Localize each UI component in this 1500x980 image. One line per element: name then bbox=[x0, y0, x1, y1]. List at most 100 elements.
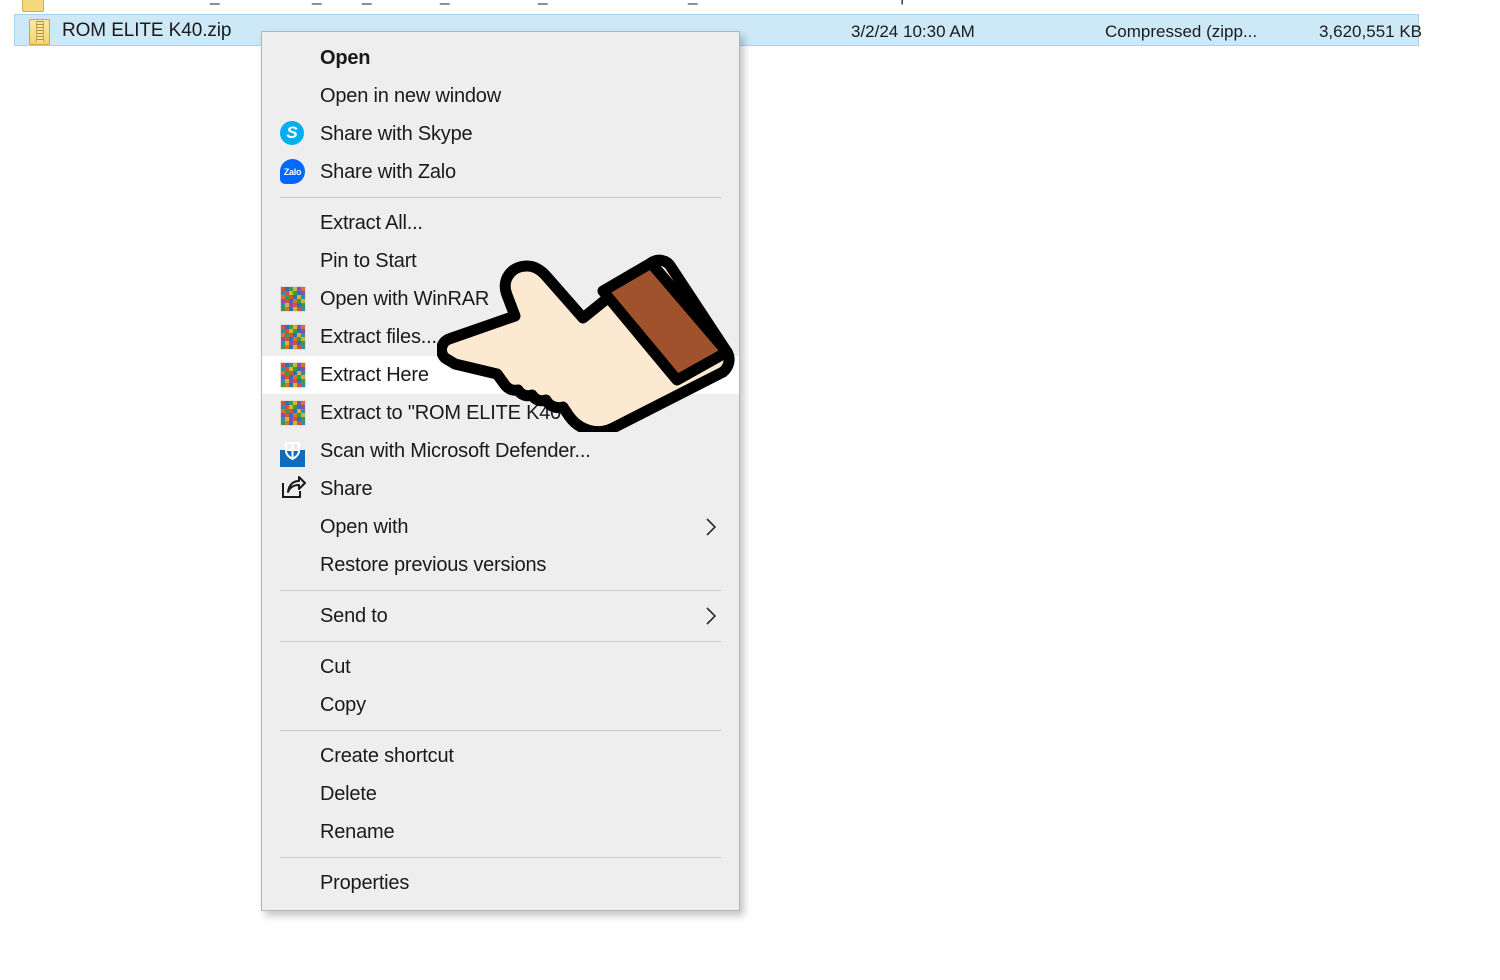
partial-text-fragment: _ bbox=[210, 0, 220, 6]
partial-text-fragment: _ bbox=[538, 0, 548, 6]
menu-item-share-with-skype[interactable]: S Share with Skype bbox=[262, 115, 739, 153]
menu-item-open-with[interactable]: Open with bbox=[262, 508, 739, 546]
menu-item-icon-slot: S bbox=[278, 119, 320, 149]
menu-item-icon-slot bbox=[278, 360, 320, 390]
menu-item-label: Scan with Microsoft Defender... bbox=[320, 439, 591, 462]
menu-item-share[interactable]: Share bbox=[262, 470, 739, 508]
file-size-label: 3,620,551 KB bbox=[1318, 22, 1422, 41]
menu-item-extract-to-rom-elite-k40[interactable]: Extract to "ROM ELITE K40\" bbox=[262, 394, 739, 432]
winrar-books-grid bbox=[280, 400, 306, 426]
defender-shield-icon bbox=[280, 438, 306, 467]
menu-item-icon-slot bbox=[278, 474, 320, 504]
menu-item-label: Create shortcut bbox=[320, 744, 454, 767]
menu-item-share-with-zalo[interactable]: Zalo Share with Zalo bbox=[262, 153, 739, 191]
menu-item-extract-here[interactable]: Extract Here bbox=[262, 356, 739, 394]
menu-item-icon-slot bbox=[278, 601, 320, 631]
menu-item-label: Extract All... bbox=[320, 211, 423, 234]
menu-item-pin-to-start[interactable]: Pin to Start bbox=[262, 242, 739, 280]
menu-separator bbox=[280, 590, 721, 591]
menu-item-icon-slot bbox=[278, 208, 320, 238]
menu-item-send-to[interactable]: Send to bbox=[262, 597, 739, 635]
menu-item-label: Open with WinRAR bbox=[320, 287, 490, 310]
menu-separator bbox=[280, 730, 721, 731]
menu-item-label: Share with Skype bbox=[320, 122, 473, 145]
menu-item-icon-slot bbox=[278, 246, 320, 276]
menu-item-label: Extract to "ROM ELITE K40\" bbox=[320, 401, 574, 424]
menu-item-extract-all[interactable]: Extract All... bbox=[262, 204, 739, 242]
menu-separator bbox=[280, 197, 721, 198]
menu-item-scan-with-microsoft-defender[interactable]: Scan with Microsoft Defender... bbox=[262, 432, 739, 470]
menu-item-properties[interactable]: Properties bbox=[262, 864, 739, 902]
zip-folder-icon bbox=[29, 19, 50, 45]
chevron-right-icon bbox=[706, 607, 717, 625]
menu-item-label: Rename bbox=[320, 820, 395, 843]
winrar-books-grid bbox=[280, 324, 306, 350]
menu-item-open-in-new-window[interactable]: Open in new window bbox=[262, 77, 739, 115]
menu-separator bbox=[280, 641, 721, 642]
menu-item-icon-slot bbox=[278, 322, 320, 352]
menu-item-label: Send to bbox=[320, 604, 388, 627]
winrar-books-grid bbox=[280, 286, 306, 312]
menu-item-create-shortcut[interactable]: Create shortcut bbox=[262, 737, 739, 775]
file-name-label: ROM ELITE K40.zip bbox=[62, 20, 232, 41]
menu-item-icon-slot bbox=[278, 284, 320, 314]
winrar-icon bbox=[280, 286, 306, 312]
menu-item-label: Share with Zalo bbox=[320, 160, 456, 183]
menu-item-open[interactable]: Open bbox=[262, 39, 739, 77]
menu-item-label: Properties bbox=[320, 871, 410, 894]
menu-item-label: Delete bbox=[320, 782, 377, 805]
menu-item-icon-slot bbox=[278, 779, 320, 809]
partial-text-fragment: _ bbox=[362, 0, 372, 6]
context-menu: Open Open in new window S Share with Skype Z… bbox=[261, 31, 740, 911]
menu-item-cut[interactable]: Cut bbox=[262, 648, 739, 686]
winrar-icon bbox=[280, 362, 306, 388]
zalo-glyph: Zalo bbox=[280, 159, 305, 184]
menu-item-icon-slot bbox=[278, 690, 320, 720]
menu-item-icon-slot bbox=[278, 398, 320, 428]
menu-item-icon-slot bbox=[278, 512, 320, 542]
menu-item-label: Pin to Start bbox=[320, 249, 417, 272]
menu-item-label: Extract Here bbox=[320, 363, 429, 386]
share-icon bbox=[280, 476, 306, 502]
menu-item-icon-slot bbox=[278, 817, 320, 847]
zip-folder-icon-partial bbox=[22, 0, 44, 12]
partial-text-fragment: _ bbox=[688, 0, 698, 6]
partial-text-fragment: | bbox=[900, 0, 905, 6]
menu-item-restore-previous-versions[interactable]: Restore previous versions bbox=[262, 546, 739, 584]
menu-item-icon-slot bbox=[278, 868, 320, 898]
zalo-icon: Zalo bbox=[280, 159, 306, 185]
menu-item-label: Open in new window bbox=[320, 84, 501, 107]
menu-item-label: Share bbox=[320, 477, 373, 500]
file-date-modified: 3/2/24 10:30 AM bbox=[851, 22, 975, 41]
chevron-right-icon bbox=[706, 518, 717, 536]
menu-separator bbox=[280, 857, 721, 858]
menu-item-rename[interactable]: Rename bbox=[262, 813, 739, 851]
menu-item-icon-slot bbox=[278, 43, 320, 73]
partial-text-fragment: _ bbox=[312, 0, 322, 6]
skype-icon: S bbox=[280, 121, 306, 147]
menu-item-copy[interactable]: Copy bbox=[262, 686, 739, 724]
winrar-books-grid bbox=[280, 362, 306, 388]
menu-item-icon-slot bbox=[278, 652, 320, 682]
skype-glyph: S bbox=[280, 121, 304, 145]
share-arrow bbox=[280, 476, 306, 504]
winrar-icon bbox=[280, 324, 306, 350]
menu-item-label: Restore previous versions bbox=[320, 553, 547, 576]
menu-item-label: Copy bbox=[320, 693, 366, 716]
menu-item-icon-slot: Zalo bbox=[278, 157, 320, 187]
defender-square bbox=[280, 442, 305, 467]
menu-item-label: Cut bbox=[320, 655, 351, 678]
menu-item-icon-slot bbox=[278, 81, 320, 111]
explorer-partial-row-above: _ _ _ _ _ _ | bbox=[0, 0, 1422, 12]
menu-item-extract-files[interactable]: Extract files... bbox=[262, 318, 739, 356]
menu-item-icon-slot bbox=[278, 436, 320, 467]
menu-item-label: Open with bbox=[320, 515, 409, 538]
menu-item-label: Open bbox=[320, 46, 371, 69]
partial-text-fragment: _ bbox=[440, 0, 450, 6]
menu-item-icon-slot bbox=[278, 741, 320, 771]
menu-item-label: Extract files... bbox=[320, 325, 437, 348]
menu-item-open-with-winrar[interactable]: Open with WinRAR bbox=[262, 280, 739, 318]
screen-root: _ _ _ _ _ _ | ROM ELITE K40.zip 3/2/24 1… bbox=[0, 0, 1500, 980]
winrar-icon bbox=[280, 400, 306, 426]
menu-item-delete[interactable]: Delete bbox=[262, 775, 739, 813]
